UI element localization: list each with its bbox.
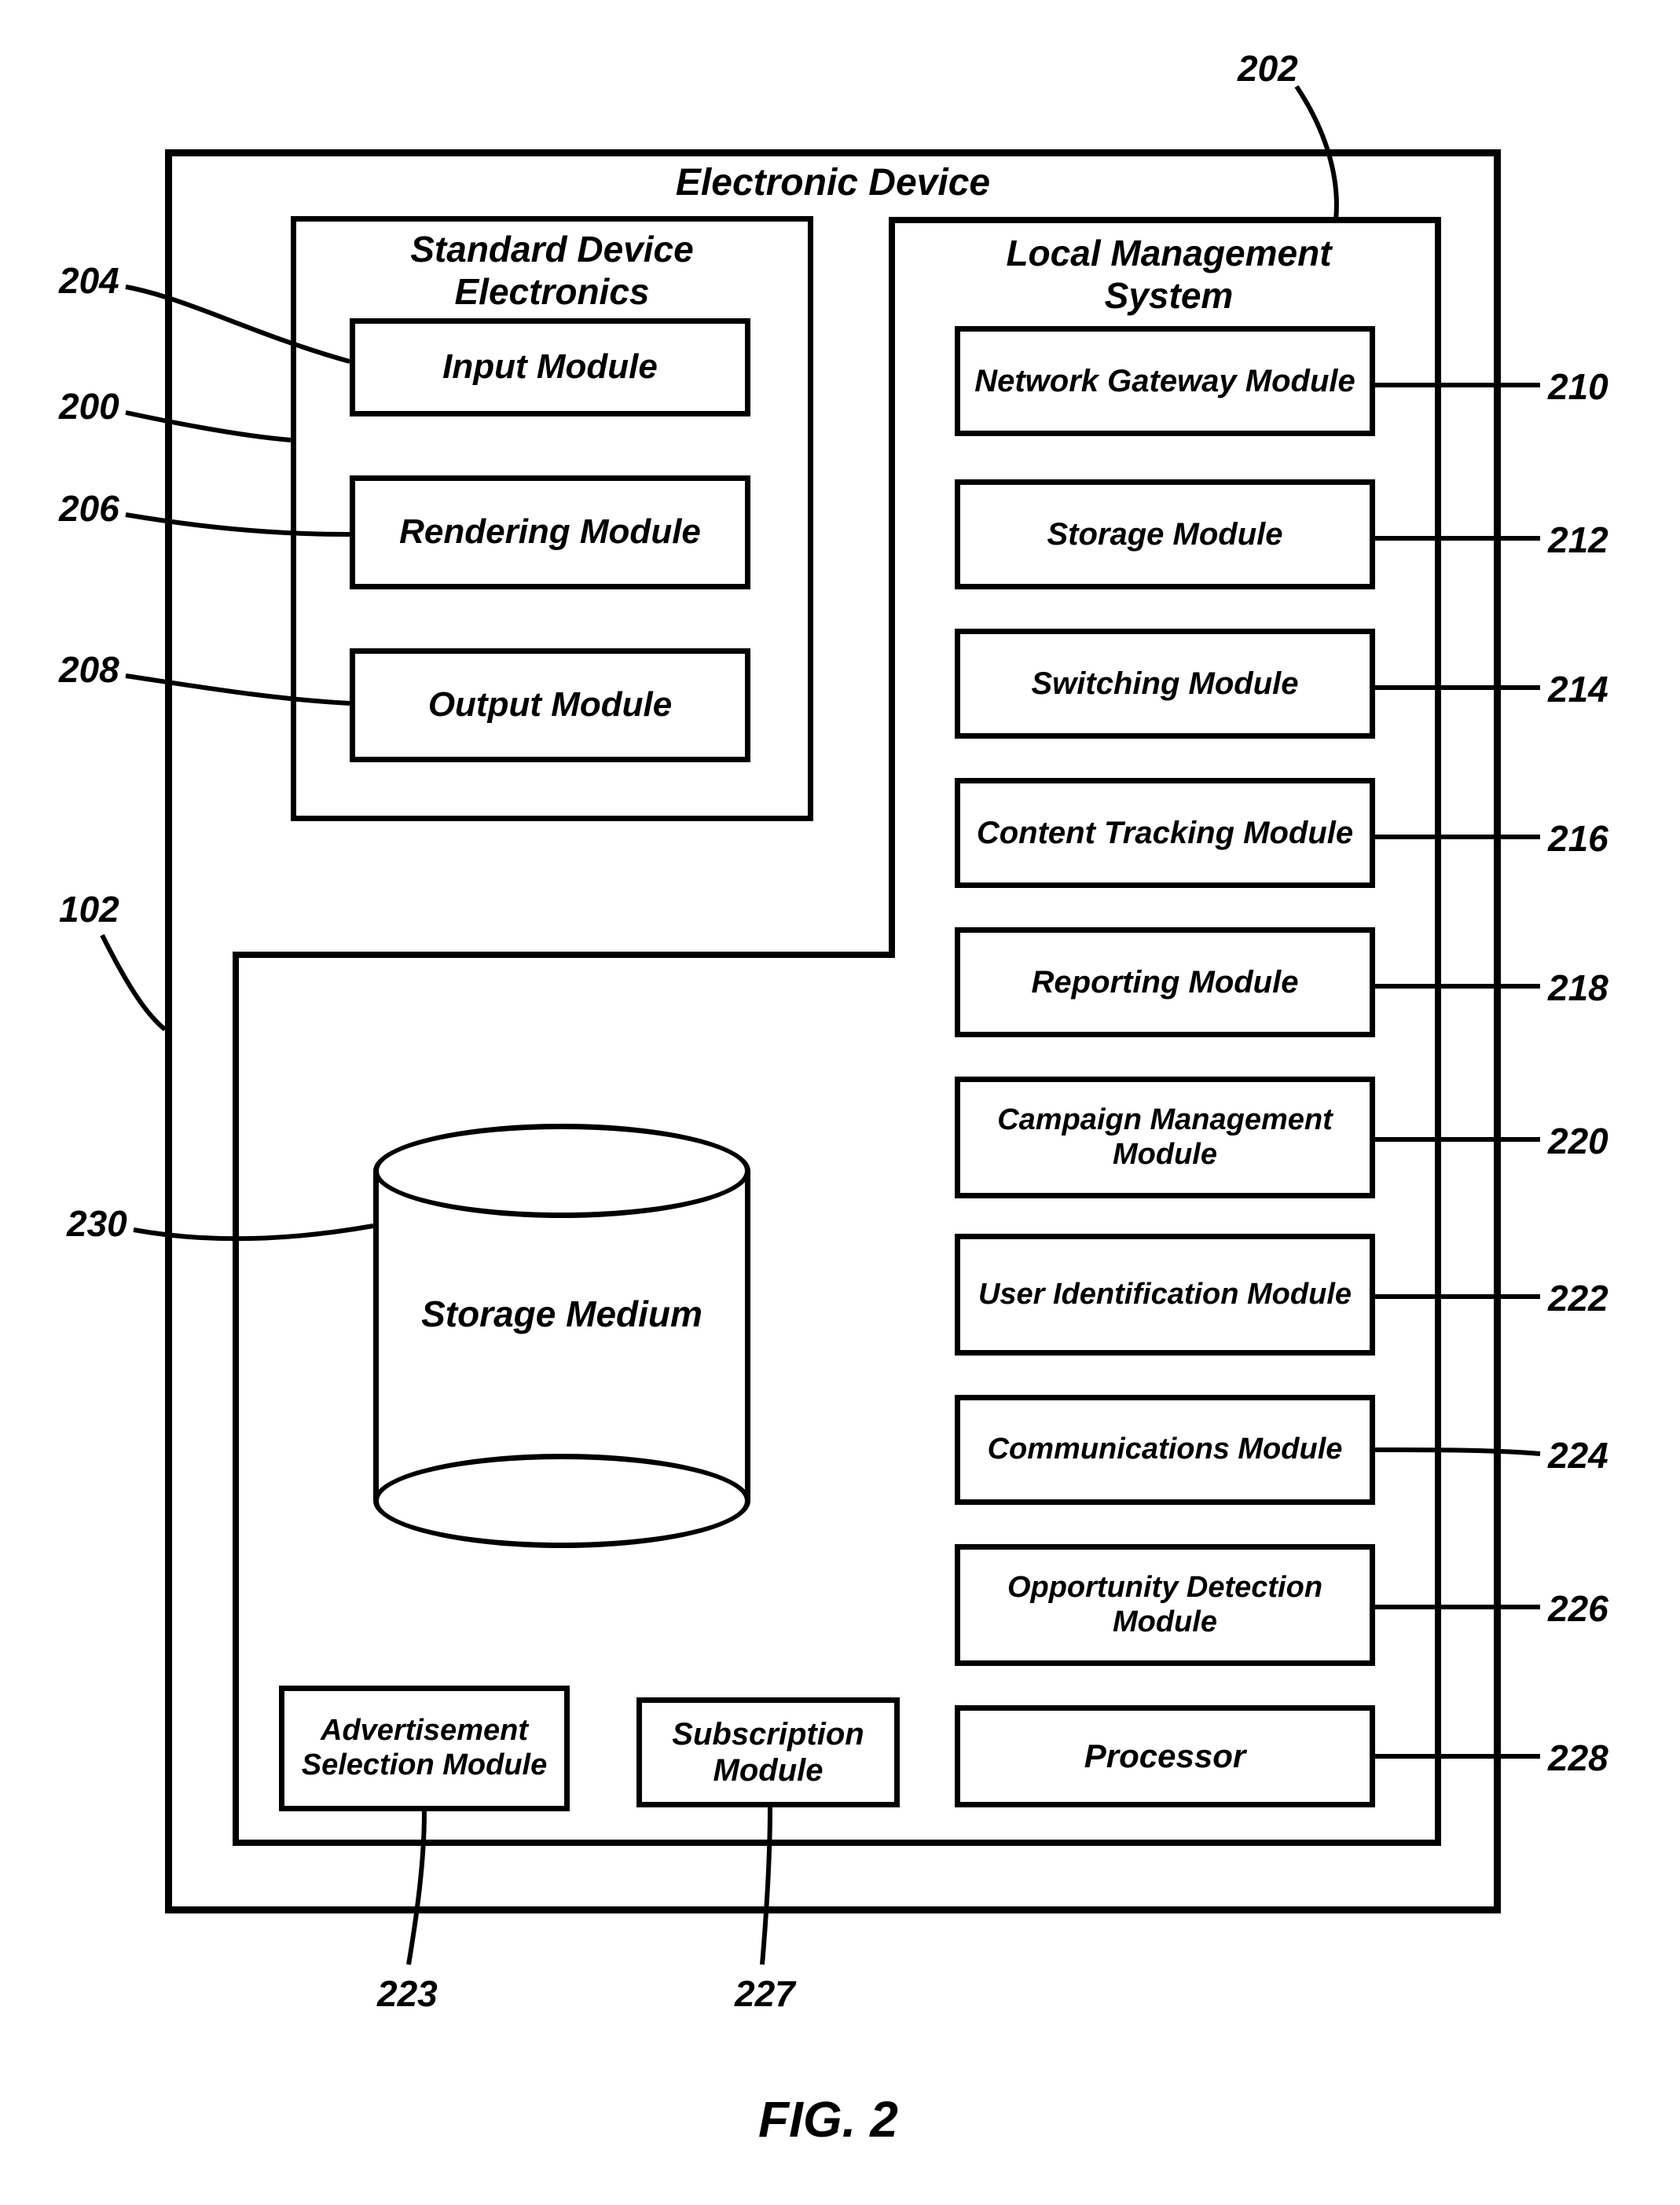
advertisement-selection-module-box: Advertisement Selection Module	[279, 1686, 570, 1811]
campaign-management-module-box: Campaign Management Module	[955, 1077, 1375, 1198]
storage-module-box: Storage Module	[955, 479, 1375, 589]
user-identification-module-label: User Identification Module	[978, 1278, 1352, 1312]
content-tracking-module-box: Content Tracking Module	[955, 778, 1375, 888]
ref-227: 227	[735, 1972, 795, 2015]
ref-222: 222	[1548, 1277, 1608, 1319]
ref-206: 206	[59, 487, 119, 530]
ref-208: 208	[59, 648, 119, 691]
output-module-label: Output Module	[428, 685, 672, 725]
rendering-module-box: Rendering Module	[350, 475, 750, 589]
ref-228: 228	[1548, 1737, 1608, 1779]
ref-200: 200	[59, 385, 119, 427]
output-module-box: Output Module	[350, 648, 750, 762]
figure-2: Electronic Device Standard Device Electr…	[0, 0, 1680, 2205]
subscription-module-label: Subscription Module	[642, 1716, 894, 1789]
rendering-module-label: Rendering Module	[399, 512, 701, 552]
communications-module-label: Communications Module	[988, 1433, 1343, 1467]
input-module-box: Input Module	[350, 318, 750, 416]
processor-box: Processor	[955, 1705, 1375, 1807]
subscription-module-box: Subscription Module	[636, 1697, 900, 1807]
processor-label: Processor	[1084, 1737, 1245, 1775]
switching-module-label: Switching Module	[1032, 666, 1299, 702]
figure-caption: FIG. 2	[758, 2090, 898, 2148]
opportunity-detection-module-label: Opportunity Detection Module	[960, 1571, 1370, 1639]
ref-226: 226	[1548, 1587, 1608, 1630]
ref-102: 102	[59, 888, 119, 930]
ref-220: 220	[1548, 1120, 1608, 1162]
standard-device-electronics-title: Standard Device Electronics	[338, 228, 766, 313]
network-gateway-module-label: Network Gateway Module	[974, 363, 1355, 399]
storage-module-label: Storage Module	[1047, 516, 1282, 552]
storage-medium-cylinder: Storage Medium	[373, 1124, 750, 1548]
switching-module-box: Switching Module	[955, 629, 1375, 739]
electronic-device-title: Electronic Device	[597, 161, 1069, 204]
campaign-management-module-label: Campaign Management Module	[960, 1103, 1370, 1172]
advertisement-selection-module-label: Advertisement Selection Module	[284, 1714, 564, 1782]
local-management-system-title: Local Management System	[951, 232, 1387, 317]
opportunity-detection-module-box: Opportunity Detection Module	[955, 1544, 1375, 1666]
ref-230: 230	[67, 1202, 127, 1245]
reporting-module-label: Reporting Module	[1032, 964, 1299, 1000]
storage-medium-label: Storage Medium	[373, 1293, 750, 1335]
user-identification-module-box: User Identification Module	[955, 1234, 1375, 1356]
ref-204: 204	[59, 259, 119, 302]
network-gateway-module-box: Network Gateway Module	[955, 326, 1375, 436]
ref-223: 223	[377, 1972, 438, 2015]
ref-212: 212	[1548, 519, 1608, 561]
reporting-module-box: Reporting Module	[955, 927, 1375, 1037]
ref-218: 218	[1548, 967, 1608, 1009]
communications-module-box: Communications Module	[955, 1395, 1375, 1505]
content-tracking-module-label: Content Tracking Module	[977, 815, 1353, 851]
ref-216: 216	[1548, 817, 1608, 860]
ref-210: 210	[1548, 365, 1608, 408]
ref-202: 202	[1238, 47, 1298, 90]
ref-224: 224	[1548, 1434, 1608, 1477]
input-module-label: Input Module	[442, 347, 658, 387]
ref-214: 214	[1548, 668, 1608, 710]
